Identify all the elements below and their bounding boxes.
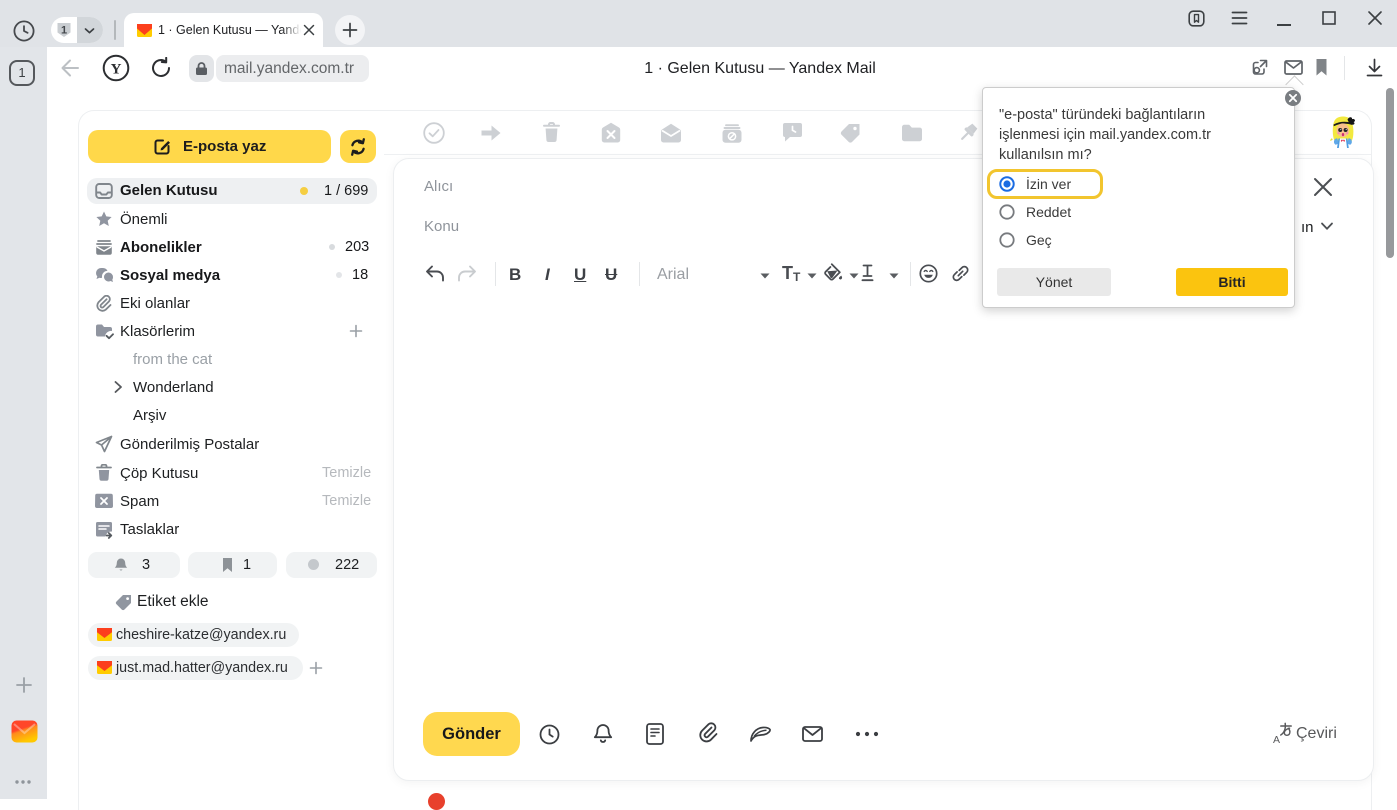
svg-text:Y: Y [111, 62, 122, 78]
svg-text:1: 1 [61, 25, 67, 37]
svg-text:A: A [1273, 734, 1280, 744]
